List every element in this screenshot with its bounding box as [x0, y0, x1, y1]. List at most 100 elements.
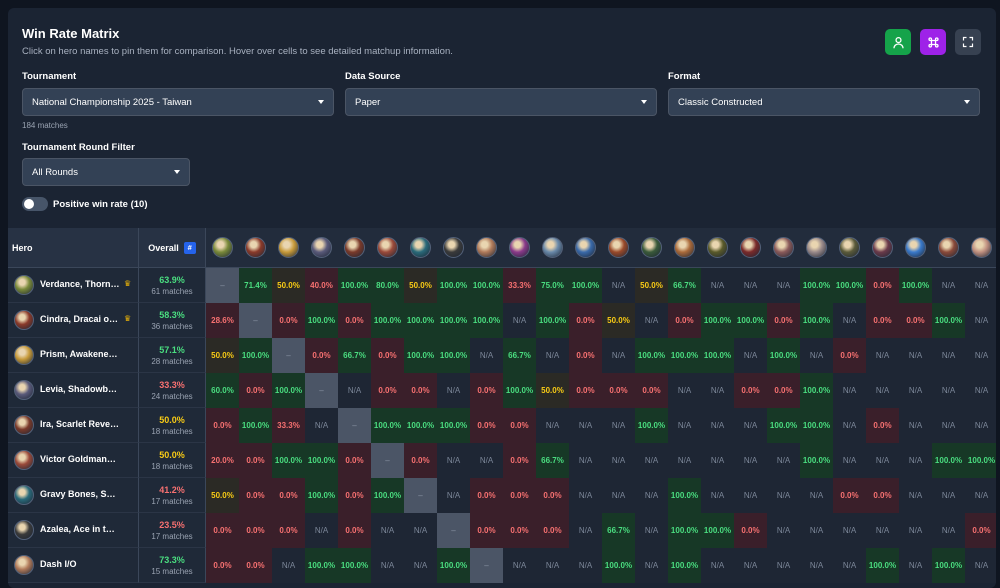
matchup-cell[interactable]: N/A — [833, 303, 866, 338]
matchup-cell[interactable]: 0.0% — [206, 408, 239, 443]
matchup-cell[interactable]: 0.0% — [371, 373, 404, 408]
matchup-cell[interactable]: 0.0% — [371, 338, 404, 373]
matchup-cell[interactable]: 0.0% — [833, 338, 866, 373]
matchup-cell[interactable]: 100.0% — [767, 408, 800, 443]
matchup-cell[interactable]: 20.0% — [206, 443, 239, 478]
opponent-hero-avatar[interactable] — [311, 237, 332, 258]
matchup-cell[interactable]: 0.0% — [272, 303, 305, 338]
matchup-cell[interactable]: N/A — [734, 548, 767, 583]
matchup-cell[interactable]: 100.0% — [404, 303, 437, 338]
matchup-cell[interactable]: N/A — [701, 408, 734, 443]
matchup-cell[interactable]: 100.0% — [668, 338, 701, 373]
matchup-cell[interactable]: 100.0% — [470, 303, 503, 338]
matchup-cell[interactable]: N/A — [734, 408, 767, 443]
hero-column-header[interactable]: Hero — [8, 228, 139, 268]
matchup-cell[interactable]: 100.0% — [668, 478, 701, 513]
matchup-cell[interactable]: N/A — [701, 373, 734, 408]
hero-name[interactable]: Prism, Awakener of Sol — [40, 349, 120, 359]
opponent-hero-avatar[interactable] — [806, 237, 827, 258]
matchup-cell[interactable]: N/A — [866, 443, 899, 478]
matchup-cell[interactable]: 0.0% — [536, 513, 569, 548]
matchup-cell[interactable]: – — [206, 268, 239, 303]
matchup-cell[interactable]: N/A — [800, 338, 833, 373]
matchup-cell[interactable]: N/A — [800, 548, 833, 583]
matchup-cell[interactable]: 33.3% — [503, 268, 536, 303]
hero-row-header[interactable]: Dash I/O — [8, 548, 139, 583]
hero-row-header[interactable]: Ira, Scarlet Revenger — [8, 408, 139, 443]
matchup-cell[interactable]: N/A — [404, 513, 437, 548]
matchup-cell[interactable]: N/A — [668, 373, 701, 408]
hero-name[interactable]: Victor Goldmane, High and Mighty — [40, 454, 120, 464]
matchup-cell[interactable]: – — [470, 548, 503, 583]
matchup-cell[interactable]: N/A — [965, 338, 996, 373]
matchup-cell[interactable]: N/A — [734, 268, 767, 303]
matchup-cell[interactable]: 100.0% — [503, 373, 536, 408]
matchup-cell[interactable]: 0.0% — [305, 338, 338, 373]
matchup-cell[interactable]: N/A — [932, 478, 965, 513]
matchup-cell[interactable]: 0.0% — [899, 303, 932, 338]
matchup-cell[interactable]: 50.0% — [635, 268, 668, 303]
opponent-hero-avatar[interactable] — [212, 237, 233, 258]
matchup-cell[interactable]: N/A — [536, 548, 569, 583]
matchup-cell[interactable]: 0.0% — [503, 408, 536, 443]
matchup-cell[interactable]: 100.0% — [932, 303, 965, 338]
matchup-cell[interactable]: 100.0% — [701, 338, 734, 373]
matchup-cell[interactable]: N/A — [899, 513, 932, 548]
opponent-hero-avatar[interactable] — [410, 237, 431, 258]
matchup-cell[interactable]: N/A — [503, 548, 536, 583]
matchup-cell[interactable]: N/A — [965, 303, 996, 338]
matchup-cell[interactable]: 28.6% — [206, 303, 239, 338]
matchup-cell[interactable]: 0.0% — [272, 513, 305, 548]
matchup-cell[interactable]: N/A — [470, 443, 503, 478]
matchup-cell[interactable]: 100.0% — [305, 443, 338, 478]
matchup-cell[interactable]: 100.0% — [437, 408, 470, 443]
matchup-cell[interactable]: 0.0% — [767, 303, 800, 338]
matchup-cell[interactable]: 100.0% — [371, 303, 404, 338]
matchup-cell[interactable]: N/A — [569, 513, 602, 548]
matchup-cell[interactable]: 60.0% — [206, 373, 239, 408]
matchup-cell[interactable]: 0.0% — [404, 443, 437, 478]
matchup-cell[interactable]: N/A — [899, 338, 932, 373]
matchup-cell[interactable]: – — [272, 338, 305, 373]
hero-name[interactable]: Gravy Bones, Shipwrecked Looter — [40, 489, 120, 499]
opponent-hero-avatar[interactable] — [443, 237, 464, 258]
matchup-cell[interactable]: 100.0% — [404, 338, 437, 373]
matchup-cell[interactable]: 100.0% — [668, 513, 701, 548]
hero-row-header[interactable]: Prism, Awakener of Sol — [8, 338, 139, 373]
matchup-cell[interactable]: N/A — [635, 478, 668, 513]
matchup-cell[interactable]: 100.0% — [800, 268, 833, 303]
matchup-cell[interactable]: 100.0% — [965, 443, 996, 478]
matchup-cell[interactable]: 0.0% — [239, 443, 272, 478]
matchup-cell[interactable]: N/A — [503, 303, 536, 338]
matchup-cell[interactable]: N/A — [569, 408, 602, 443]
matchup-cell[interactable]: N/A — [767, 548, 800, 583]
matchup-cell[interactable]: N/A — [899, 408, 932, 443]
round-filter-select[interactable]: All Rounds — [22, 158, 190, 186]
matchup-cell[interactable]: N/A — [437, 478, 470, 513]
opponent-hero-avatar[interactable] — [971, 237, 992, 258]
matchup-cell[interactable]: 80.0% — [371, 268, 404, 303]
matchup-cell[interactable]: N/A — [767, 513, 800, 548]
matchup-cell[interactable]: 100.0% — [272, 373, 305, 408]
matchup-cell[interactable]: 0.0% — [536, 478, 569, 513]
opponent-hero-avatar[interactable] — [905, 237, 926, 258]
matchup-cell[interactable]: N/A — [800, 478, 833, 513]
matchup-cell[interactable]: 100.0% — [800, 373, 833, 408]
matchup-cell[interactable]: N/A — [701, 443, 734, 478]
matchup-cell[interactable]: 0.0% — [503, 443, 536, 478]
matchup-cell[interactable]: 0.0% — [569, 338, 602, 373]
matchup-cell[interactable]: N/A — [602, 338, 635, 373]
matchup-cell[interactable]: N/A — [833, 373, 866, 408]
matchup-cell[interactable]: 0.0% — [206, 513, 239, 548]
matchup-cell[interactable]: 71.4% — [239, 268, 272, 303]
matchup-cell[interactable]: 100.0% — [239, 338, 272, 373]
matchup-cell[interactable]: N/A — [338, 373, 371, 408]
matchup-cell[interactable]: 100.0% — [866, 548, 899, 583]
matchup-cell[interactable]: 100.0% — [437, 268, 470, 303]
matchup-cell[interactable]: 100.0% — [734, 303, 767, 338]
matchup-cell[interactable]: N/A — [602, 478, 635, 513]
matchup-cell[interactable]: N/A — [701, 478, 734, 513]
matchup-cell[interactable]: 66.7% — [503, 338, 536, 373]
matchup-cell[interactable]: 100.0% — [701, 303, 734, 338]
sort-by-count-badge[interactable]: # — [183, 241, 196, 254]
